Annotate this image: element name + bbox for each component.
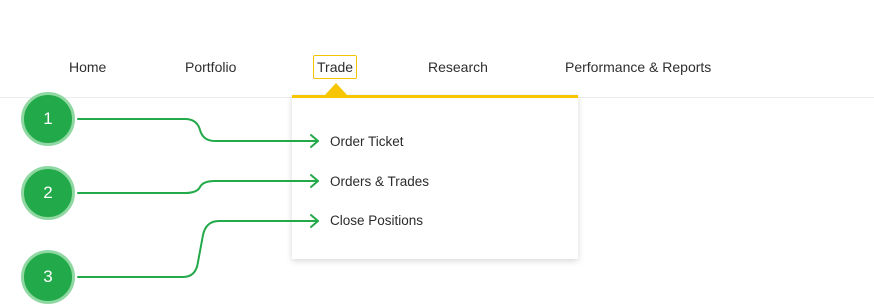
menu-item-orders-trades[interactable]: Orders & Trades <box>330 173 429 191</box>
callout-badge-3: 3 <box>21 250 75 304</box>
menu-item-close-positions[interactable]: Close Positions <box>330 212 423 230</box>
dropdown-caret-icon <box>325 83 347 95</box>
callout-arrow-2 <box>77 180 319 194</box>
nav-item-home[interactable]: Home <box>69 58 106 76</box>
nav-item-research[interactable]: Research <box>428 58 488 76</box>
nav-item-trade[interactable]: Trade <box>313 55 358 79</box>
callout-badge-2: 2 <box>21 166 75 220</box>
top-navigation-bar <box>0 0 874 98</box>
nav-item-performance-reports[interactable]: Performance & Reports <box>565 58 711 76</box>
nav-item-portfolio[interactable]: Portfolio <box>185 58 236 76</box>
menu-item-order-ticket[interactable]: Order Ticket <box>330 133 404 151</box>
callout-arrow-1 <box>77 118 319 142</box>
callout-badge-1: 1 <box>21 92 75 146</box>
callout-arrow-3 <box>77 220 319 278</box>
